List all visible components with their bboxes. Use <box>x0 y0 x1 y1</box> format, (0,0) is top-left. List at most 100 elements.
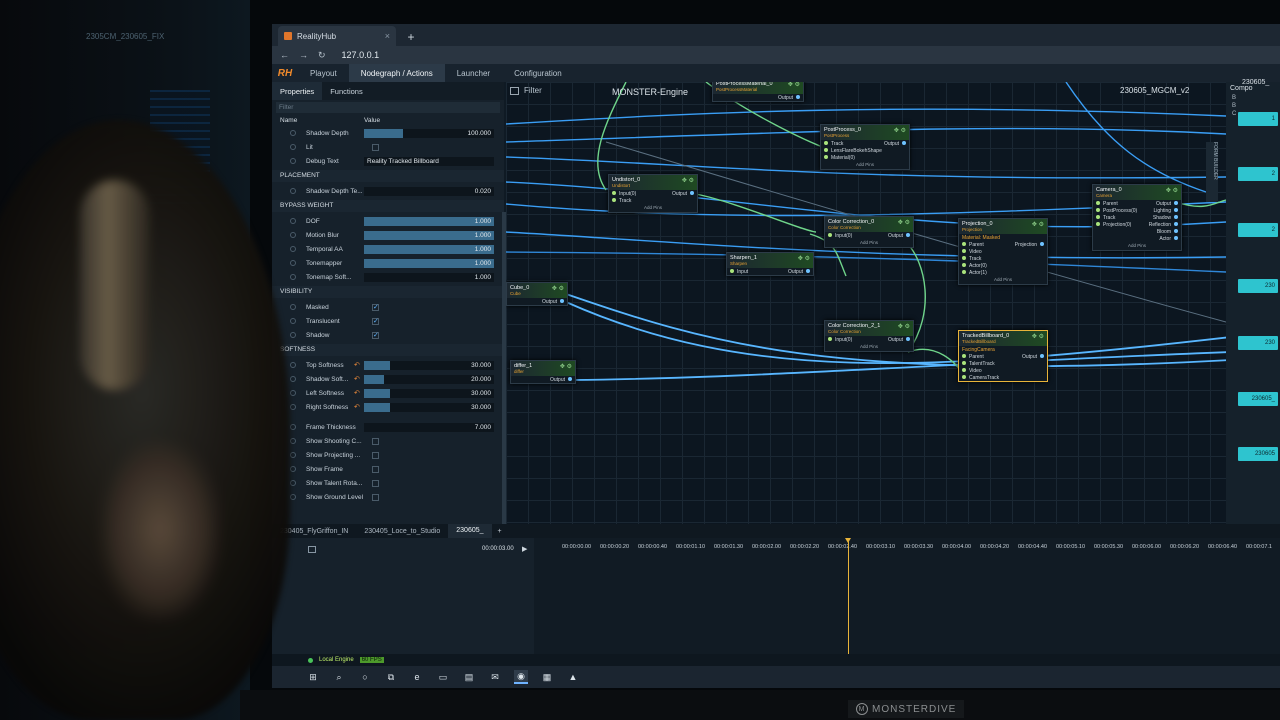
pin-dot-icon[interactable] <box>568 376 572 381</box>
property-radio[interactable] <box>290 438 296 444</box>
taskview-icon[interactable]: ⧉ <box>384 670 398 684</box>
property-radio[interactable] <box>290 424 296 430</box>
node-input-pin[interactable]: Track <box>824 140 843 147</box>
pin-dot-icon[interactable] <box>962 262 966 267</box>
node-output-pin[interactable]: Actor <box>1159 235 1178 242</box>
node-output-pin[interactable]: Output <box>778 94 800 101</box>
property-checkbox[interactable]: ✓ <box>372 317 379 325</box>
section-visibility[interactable]: VISIBILITY <box>272 286 504 298</box>
node-input-pin[interactable]: Input <box>730 268 748 275</box>
node-header[interactable]: Cube_0 Cube ✥ ⚙ <box>507 283 567 298</box>
node-header[interactable]: Color Correction_0 Color Correction ✥ ⚙ <box>825 217 913 232</box>
property-checkbox[interactable] <box>372 143 379 151</box>
property-radio[interactable] <box>290 304 296 310</box>
rundown-card[interactable]: 230 <box>1238 336 1278 350</box>
section-bypass-weight[interactable]: BYPASS WEIGHT <box>272 200 504 212</box>
property-radio[interactable] <box>290 452 296 458</box>
property-radio[interactable] <box>290 318 296 324</box>
property-text-field[interactable]: Reality Tracked Billboard <box>364 156 494 166</box>
node-input-pin[interactable]: Parent <box>1096 200 1118 207</box>
pin-dot-icon[interactable] <box>962 353 966 358</box>
property-radio[interactable] <box>290 260 296 266</box>
pin-dot-icon[interactable] <box>962 241 966 246</box>
pin-dot-icon[interactable] <box>962 374 966 379</box>
add-pins-button[interactable]: Add Pins <box>825 343 913 351</box>
node-header[interactable]: Color Correction_2_1 Color Correction ✥ ⚙ <box>825 321 913 336</box>
timeline-ruler[interactable]: 00:00:00.00 00:00:00.20 00:00:00.40 00:00:0… <box>562 540 1280 554</box>
property-slider[interactable]: 1.000 <box>364 216 494 226</box>
property-checkbox[interactable]: ✓ <box>372 331 379 339</box>
node-input-pin[interactable]: Track <box>1096 214 1115 221</box>
properties-filter-input[interactable]: Filter <box>276 102 500 113</box>
property-radio[interactable] <box>290 218 296 224</box>
node-settings-icon[interactable]: ✥ ⚙ <box>898 323 910 330</box>
node-trackedbillboard[interactable]: TrackedBillboard_0 TrackedBillboard ✥ ⚙ Fac… <box>958 330 1048 382</box>
node-output-pin[interactable]: Output <box>1022 353 1044 360</box>
node-output-pin[interactable]: Projection <box>1015 241 1044 248</box>
property-slider[interactable]: 1.000 <box>364 258 494 268</box>
property-slider[interactable]: 100.000 <box>364 128 494 138</box>
node-settings-icon[interactable]: ✥ ⚙ <box>1032 333 1044 340</box>
timeline-tab-active[interactable]: 230605_ <box>448 524 492 538</box>
pin-dot-icon[interactable] <box>824 154 828 159</box>
node-output-pin[interactable]: Output <box>788 268 810 275</box>
forward-icon[interactable]: → <box>299 50 308 60</box>
pin-dot-icon[interactable] <box>962 269 966 274</box>
pin-dot-icon[interactable] <box>690 190 694 195</box>
pin-dot-icon[interactable] <box>1174 214 1178 219</box>
pin-dot-icon[interactable] <box>1174 228 1178 233</box>
pin-dot-icon[interactable] <box>1040 353 1044 358</box>
property-slider[interactable]: 30.000 <box>364 360 494 370</box>
property-radio[interactable] <box>290 188 296 194</box>
node-output-pin[interactable]: Reflection <box>1149 221 1178 228</box>
node-output-pin[interactable]: Output <box>550 376 572 383</box>
section-softness[interactable]: SOFTNESS <box>272 344 504 356</box>
node-output-pin[interactable]: Output <box>1156 200 1178 207</box>
property-radio[interactable] <box>290 362 296 368</box>
property-radio[interactable] <box>290 246 296 252</box>
node-output-pin[interactable]: Output <box>888 336 910 343</box>
node-input-pin[interactable]: Actor(1) <box>962 269 987 276</box>
reset-icon[interactable]: ↶ <box>354 361 360 369</box>
pin-dot-icon[interactable] <box>806 268 810 273</box>
tab-configuration[interactable]: Configuration <box>502 64 574 82</box>
pin-dot-icon[interactable] <box>1174 207 1178 212</box>
node-settings-icon[interactable]: ✥ ⚙ <box>894 127 906 134</box>
app-icon[interactable]: ▦ <box>540 670 554 684</box>
node-postprocess[interactable]: PostProcess_0 PostProcess ✥ ⚙ Track Output Le… <box>820 124 910 170</box>
tab-launcher[interactable]: Launcher <box>445 64 502 82</box>
pin-dot-icon[interactable] <box>796 94 800 99</box>
tab-functions[interactable]: Functions <box>322 82 371 100</box>
pin-dot-icon[interactable] <box>1096 200 1100 205</box>
add-pins-button[interactable]: Add Pins <box>821 161 909 169</box>
node-differ[interactable]: differ_1 differ ✥ ⚙ Output <box>510 360 576 384</box>
node-input-pin[interactable]: Track <box>612 197 631 204</box>
property-slider[interactable]: 1.000 <box>364 244 494 254</box>
node-input-pin[interactable]: Actor(0) <box>962 262 987 269</box>
pin-dot-icon[interactable] <box>906 336 910 341</box>
node-input-pin[interactable]: TalentTrack <box>962 360 995 367</box>
close-tab-icon[interactable]: × <box>385 31 390 41</box>
pin-dot-icon[interactable] <box>962 255 966 260</box>
property-slider[interactable]: 0.020 <box>364 186 494 196</box>
node-postprocessmaterial[interactable]: PostProcessMaterial_0 PostProcessMaterial… <box>712 82 804 102</box>
node-sharpen[interactable]: Sharpen_1 Sharpen ✥ ⚙ Input Output <box>726 252 814 276</box>
node-header[interactable]: Undistort_0 Undistort ✥ ⚙ <box>609 175 697 190</box>
add-pins-button[interactable]: Add Pins <box>959 276 1047 284</box>
rundown-card[interactable]: 230 <box>1238 279 1278 293</box>
property-radio[interactable] <box>290 404 296 410</box>
node-input-pin[interactable]: PostProcess(0) <box>1096 207 1137 214</box>
node-input-pin[interactable]: Input(0) <box>828 232 852 239</box>
rundown-card[interactable]: 230605_ <box>1238 392 1278 406</box>
property-radio[interactable] <box>290 274 296 280</box>
rundown-card[interactable]: 230605 <box>1238 447 1278 461</box>
node-settings-icon[interactable]: ✥ ⚙ <box>560 363 572 370</box>
property-checkbox[interactable] <box>372 465 379 473</box>
node-cube[interactable]: Cube_0 Cube ✥ ⚙ Output <box>506 282 568 306</box>
timeline-playhead[interactable] <box>845 538 851 654</box>
node-color-correction-0[interactable]: Color Correction_0 Color Correction ✥ ⚙ Inp… <box>824 216 914 248</box>
property-checkbox[interactable] <box>372 479 379 487</box>
rh-icon[interactable]: ▲ <box>566 670 580 684</box>
node-input-pin[interactable]: Track <box>962 255 981 262</box>
edge-icon[interactable]: e <box>410 670 424 684</box>
